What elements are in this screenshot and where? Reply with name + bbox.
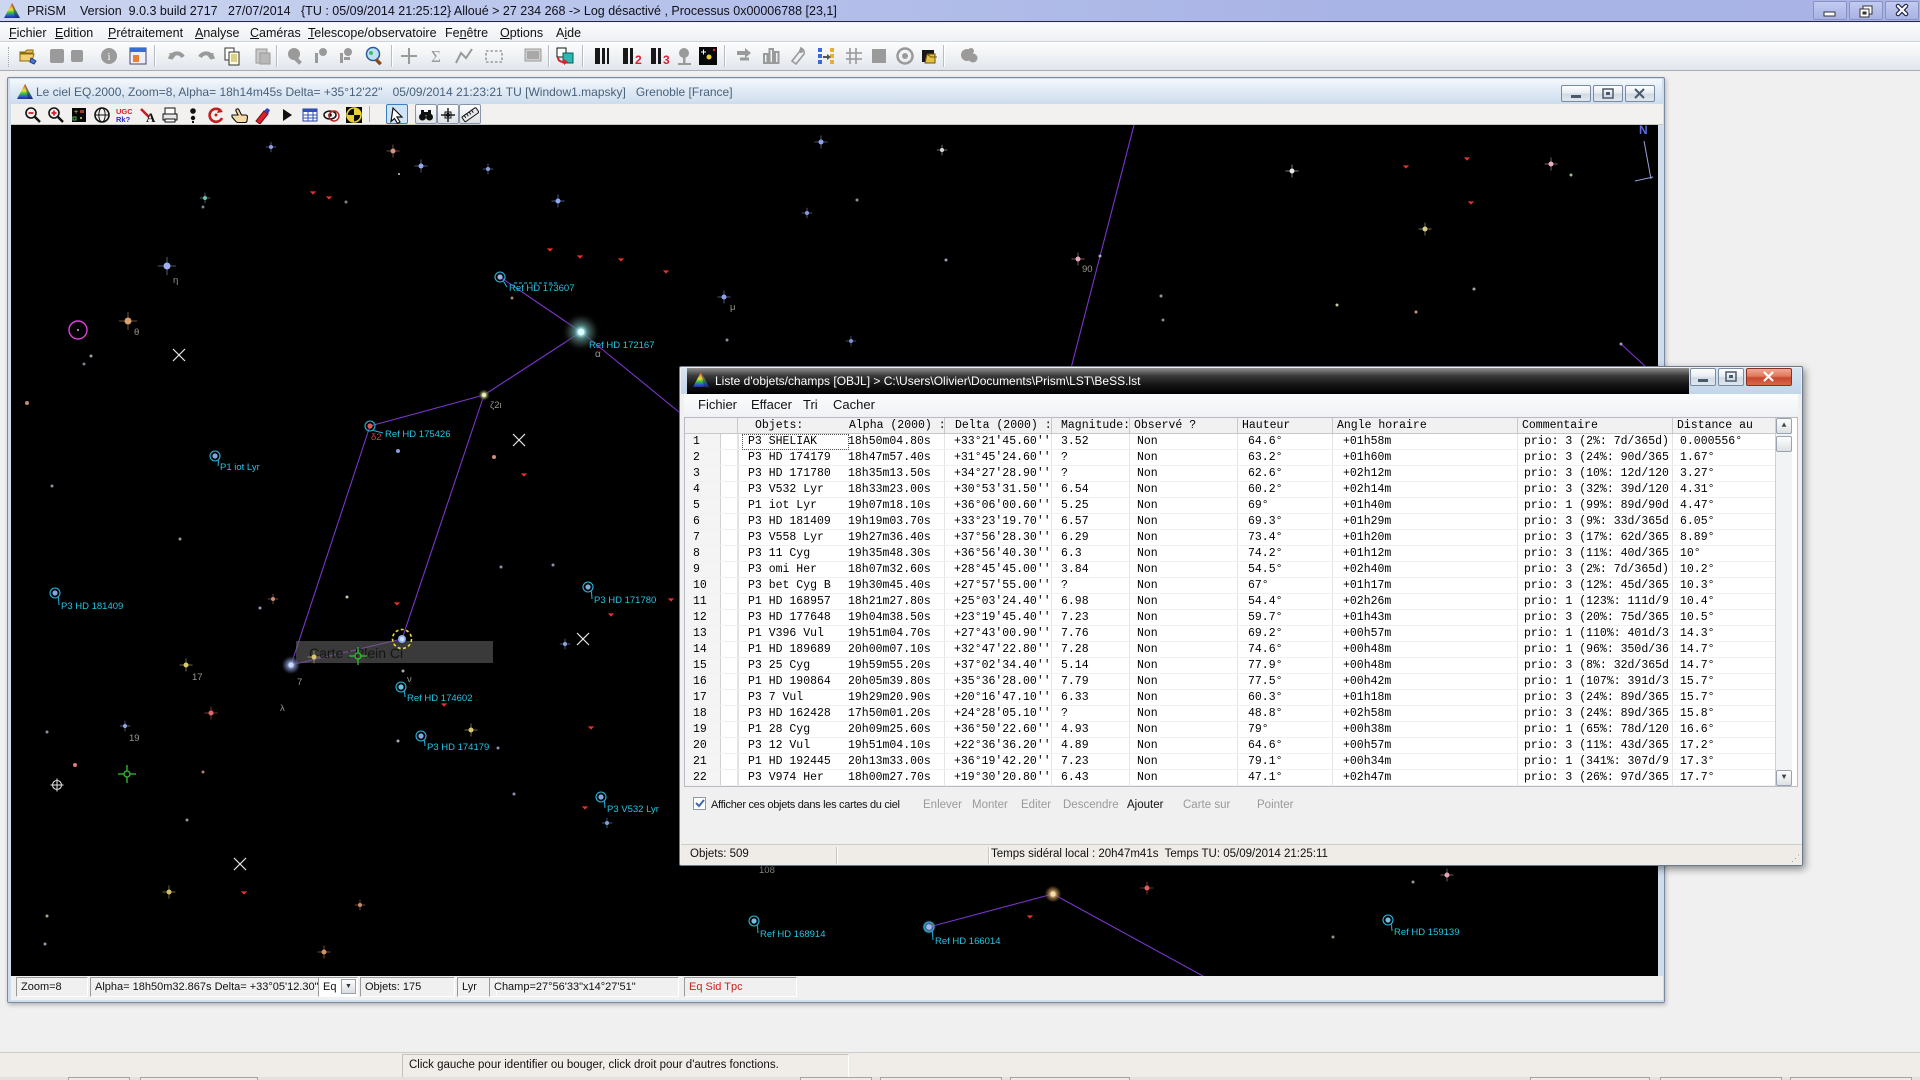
svg-text:90: 90 [1082, 264, 1093, 275]
svg-text:i: i [107, 51, 110, 63]
svg-text:Ref HD 173607: Ref HD 173607 [509, 283, 574, 294]
svg-text:7: 7 [297, 677, 302, 688]
svg-text:P1 iot Lyr: P1 iot Lyr [220, 462, 260, 473]
svg-text:N: N [1639, 125, 1648, 137]
svg-text:Ref HD 175426: Ref HD 175426 [385, 429, 450, 440]
svg-text:P3 HD 174179: P3 HD 174179 [427, 742, 489, 753]
svg-text:δ2: δ2 [371, 432, 382, 443]
svg-text:P3 HD 181409: P3 HD 181409 [61, 601, 123, 612]
svg-text:ζ2ι: ζ2ι [490, 400, 502, 411]
svg-text:3: 3 [663, 53, 670, 67]
svg-text:17: 17 [192, 672, 203, 683]
svg-text:θ: θ [134, 327, 139, 338]
svg-text:α: α [595, 349, 601, 360]
svg-text:Σ: Σ [431, 47, 441, 66]
svg-text:108: 108 [759, 865, 775, 876]
svg-text:η: η [173, 275, 178, 286]
svg-text:ν: ν [407, 674, 412, 685]
svg-text:μ: μ [730, 302, 735, 313]
svg-text:+: + [74, 109, 78, 116]
svg-text:P3 HD 171780: P3 HD 171780 [594, 595, 656, 606]
svg-text:λ: λ [280, 703, 285, 714]
svg-text:2: 2 [635, 53, 642, 67]
svg-text:P3 V532 Lyr: P3 V532 Lyr [607, 804, 659, 815]
svg-text:Ref HD 174602: Ref HD 174602 [407, 693, 472, 704]
svg-text:Rk?: Rk? [116, 115, 131, 124]
svg-text:Ref HD 168914: Ref HD 168914 [760, 929, 825, 940]
svg-text:A: A [146, 110, 156, 124]
svg-text:19: 19 [129, 733, 140, 744]
svg-text:Ref HD 166014: Ref HD 166014 [935, 936, 1000, 947]
svg-text:Ref HD 159139: Ref HD 159139 [1394, 927, 1459, 938]
